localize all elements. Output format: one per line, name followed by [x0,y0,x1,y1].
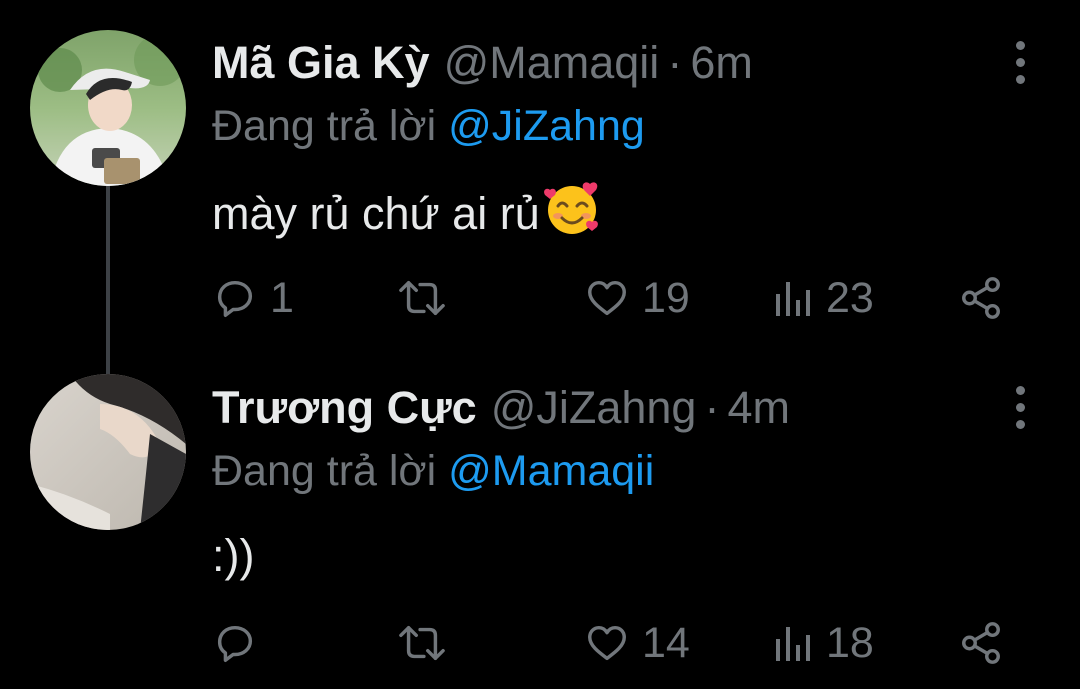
reply-button[interactable]: 1 [212,270,294,326]
view-count: 18 [826,618,874,667]
reply-mention-link[interactable]: @JiZahng [448,102,645,150]
display-name[interactable]: Trương Cực [212,382,477,433]
separator-dot: · [667,37,683,88]
share-nodes-icon [958,275,1004,321]
smiling-face-with-hearts-icon [542,178,602,256]
retweet-button[interactable] [397,615,459,671]
tweet-actions: 14 18 [212,615,1020,671]
like-button[interactable]: 14 [584,615,690,671]
user-handle[interactable]: @Mamaqii [444,37,660,88]
tweet-text-content: :)) [212,530,255,581]
replying-to: Đang trả lời @Mamaqii [212,441,654,501]
reply-button[interactable] [212,615,270,671]
display-name[interactable]: Mã Gia Kỳ [212,37,430,88]
tweet[interactable]: Trương Cực @JiZahng · 4m Đang trả lời @Mama… [0,345,1080,689]
tweet-header: Trương Cực @JiZahng · 4m [212,375,980,441]
more-options-icon[interactable] [1000,37,1040,87]
heart-outline-icon [584,620,630,666]
comment-bubble-icon [212,620,258,666]
share-button[interactable] [958,615,1004,671]
reply-prefix: Đang trả lời [212,447,437,495]
retweet-arrows-icon [397,620,447,666]
comment-bubble-icon [212,275,258,321]
avatar[interactable] [30,30,186,186]
view-count: 23 [826,273,874,322]
tweet-text-content: mày rủ chứ ai rủ [212,187,540,239]
avatar[interactable] [30,374,186,530]
replying-to: Đang trả lời @JiZahng [212,96,645,156]
tweet-header: Mã Gia Kỳ @Mamaqii · 6m [212,30,980,96]
user-handle[interactable]: @JiZahng [491,382,697,433]
retweet-arrows-icon [397,275,447,321]
reply-count: 1 [270,273,294,322]
like-button[interactable]: 19 [584,270,690,326]
share-button[interactable] [958,270,1004,326]
heart-outline-icon [584,275,630,321]
tweet[interactable]: Mã Gia Kỳ @Mamaqii · 6m Đang trả lời @JiZah… [0,0,1080,374]
separator-dot: · [704,382,720,433]
like-count: 19 [642,273,690,322]
like-count: 14 [642,618,690,667]
tweet-actions: 1 19 23 [212,270,1020,326]
views-button[interactable]: 18 [774,615,874,671]
reply-prefix: Đang trả lời [212,102,437,150]
retweet-button[interactable] [397,270,459,326]
share-nodes-icon [958,620,1004,666]
tweet-text: mày rủ chứ ai rủ [212,178,602,244]
bar-chart-icon [774,278,814,318]
tweet-text: :)) [212,523,254,589]
reply-mention-link[interactable]: @Mamaqii [448,447,654,495]
views-button[interactable]: 23 [774,270,874,326]
timestamp[interactable]: 4m [727,382,790,433]
bar-chart-icon [774,623,814,663]
timestamp[interactable]: 6m [690,37,753,88]
more-options-icon[interactable] [1000,382,1040,432]
